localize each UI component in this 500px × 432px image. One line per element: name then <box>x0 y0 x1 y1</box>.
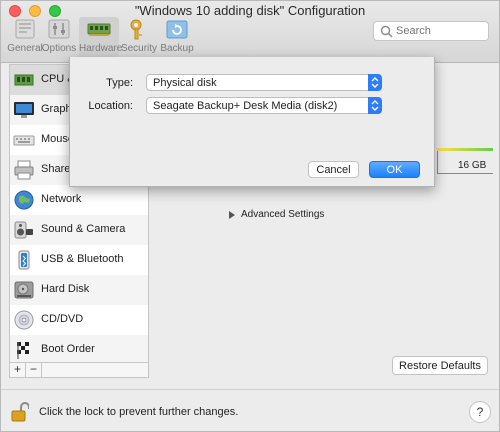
location-label: Location: <box>88 100 133 112</box>
toolbar-hardware[interactable]: Hardware <box>79 17 123 59</box>
general-icon <box>15 19 35 39</box>
toolbar-options[interactable]: Options <box>39 17 79 59</box>
type-label: Type: <box>106 77 133 89</box>
toolbar-backup[interactable]: Backup <box>157 17 197 59</box>
speaker-icon <box>14 221 33 239</box>
sidebar-item-label: Boot Order <box>41 343 95 355</box>
configuration-window: "Windows 10 adding disk" Configuration G… <box>0 0 500 432</box>
hardware-icon <box>87 23 111 36</box>
cancel-button[interactable]: Cancel <box>308 161 359 178</box>
search-field[interactable] <box>373 21 489 41</box>
chevron-updown-icon <box>368 97 382 114</box>
graphics-icon <box>14 102 34 118</box>
sidebar-item-label: Network <box>41 193 82 205</box>
remove-device-button[interactable]: − <box>26 363 42 377</box>
sidebar-item-label: USB & Bluetooth <box>41 253 124 265</box>
cpu-icon <box>14 74 34 86</box>
disk-size-label: 16 GB <box>458 160 487 171</box>
toolbar-backup-label: Backup <box>160 43 194 54</box>
toolbar-security-label: Security <box>120 43 158 54</box>
add-disk-sheet: Type: Physical disk Location: Seagate Ba… <box>69 57 435 187</box>
chevron-updown-icon <box>368 74 382 91</box>
sidebar-footer: + − <box>9 362 149 378</box>
add-device-button[interactable]: + <box>10 363 26 377</box>
title-bar: "Windows 10 adding disk" Configuration G… <box>1 1 499 63</box>
type-value: Physical disk <box>153 77 217 89</box>
advanced-settings-label: Advanced Settings <box>241 209 325 220</box>
key-icon <box>130 19 142 40</box>
sidebar-item-label: Hard Disk <box>41 283 90 295</box>
sidebar-item-cd-dvd[interactable]: CD/DVD <box>10 305 148 335</box>
lock-message: Click the lock to prevent further change… <box>39 406 239 418</box>
bottom-bar: Click the lock to prevent further change… <box>1 389 499 431</box>
printer-icon <box>14 160 34 180</box>
keyboard-icon <box>13 135 35 146</box>
network-icon <box>14 190 34 210</box>
sidebar-item-label: Sound & Camera <box>41 223 126 235</box>
sidebar-item-network[interactable]: Network <box>10 185 148 215</box>
location-popup[interactable]: Seagate Backup+ Desk Media (disk2) <box>146 97 382 114</box>
backup-icon <box>166 20 188 39</box>
sidebar-item-sound-camera[interactable]: Sound & Camera <box>10 215 148 245</box>
toolbar-options-label: Options <box>41 43 77 54</box>
ok-button[interactable]: OK <box>369 161 420 178</box>
restore-defaults-button[interactable]: Restore Defaults <box>392 356 488 375</box>
toolbar-security[interactable]: Security <box>119 17 159 59</box>
boot-order-icon <box>17 342 29 359</box>
options-icon <box>48 19 70 39</box>
sidebar-item-usb-bluetooth[interactable]: USB & Bluetooth <box>10 245 148 275</box>
sidebar-item-hard-disk[interactable]: Hard Disk <box>10 275 148 305</box>
sidebar-item-label: CD/DVD <box>41 313 84 325</box>
location-value: Seagate Backup+ Desk Media (disk2) <box>153 100 338 112</box>
disk-size-meter <box>437 148 493 151</box>
disk-size-baseline <box>437 173 493 174</box>
usb-icon <box>18 250 30 270</box>
toolbar-hardware-label: Hardware <box>79 43 123 54</box>
search-input[interactable] <box>396 24 484 38</box>
type-popup[interactable]: Physical disk <box>146 74 382 91</box>
search-icon <box>380 25 393 38</box>
harddisk-icon <box>14 281 34 299</box>
disclosure-triangle-icon <box>229 211 235 219</box>
disk-size-tick <box>437 151 438 173</box>
help-button[interactable]: ? <box>469 401 491 423</box>
lock-icon[interactable] <box>11 402 29 422</box>
sidebar-item-boot-order[interactable]: Boot Order <box>10 335 148 365</box>
cd-icon <box>14 310 34 330</box>
window-title: "Windows 10 adding disk" Configuration <box>134 3 366 18</box>
